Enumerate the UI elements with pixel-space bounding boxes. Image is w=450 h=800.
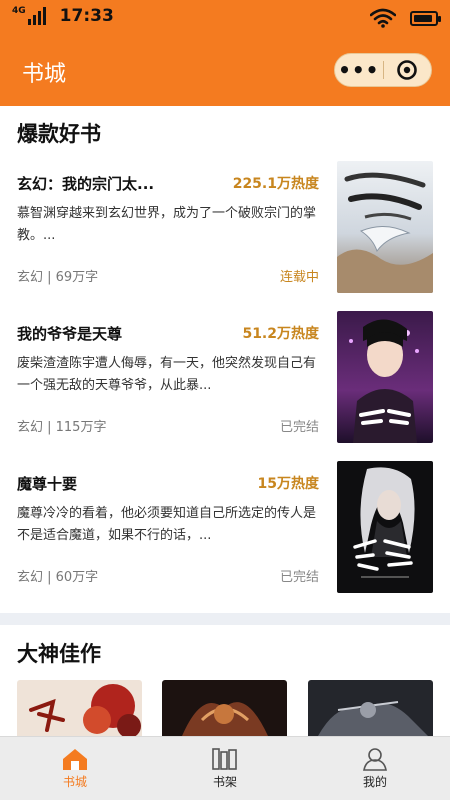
book-item[interactable]: 我的爷爷是天尊 51.2万热度 废柴渣渣陈宇遭人侮辱，有一天，他突然发现自己有一… bbox=[17, 311, 433, 443]
status-bar: 4G 17:33 bbox=[0, 0, 450, 36]
user-icon bbox=[363, 748, 387, 771]
wifi-icon bbox=[370, 8, 396, 28]
book-cover[interactable] bbox=[337, 461, 433, 593]
book-item[interactable]: 玄幻：我的宗门太... 225.1万热度 慕智渊穿越来到玄幻世界，成为了一个破败… bbox=[17, 161, 433, 293]
book-heat: 225.1万热度 bbox=[232, 176, 319, 192]
tab-bookshelf[interactable]: 书架 bbox=[150, 737, 300, 800]
status-time: 17:33 bbox=[59, 6, 114, 26]
book-title: 我的爷爷是天尊 bbox=[17, 325, 123, 343]
book-meta: 玄幻 | 69万字 bbox=[17, 270, 99, 285]
tab-label: 书城 bbox=[62, 775, 87, 789]
tab-label: 我的 bbox=[362, 775, 387, 789]
book-status: 已完结 bbox=[279, 420, 319, 435]
tab-bar: 书城 书架 我的 bbox=[0, 736, 450, 800]
book-title: 魔尊十要 bbox=[17, 475, 78, 493]
book-cover-thumb[interactable] bbox=[162, 680, 287, 736]
book-heat: 51.2万热度 bbox=[242, 326, 319, 342]
book-meta: 玄幻 | 60万字 bbox=[17, 570, 99, 585]
book-status: 连载中 bbox=[279, 270, 319, 285]
signal-icon bbox=[27, 7, 46, 25]
page-title: 书城 bbox=[22, 62, 67, 87]
tab-label: 书架 bbox=[212, 775, 237, 789]
bookshelf-icon bbox=[212, 748, 237, 770]
book-cover-thumb[interactable] bbox=[17, 680, 142, 736]
section-title-master: 大神佳作 bbox=[17, 642, 101, 666]
book-cover-thumb[interactable] bbox=[308, 680, 433, 736]
book-item[interactable]: 魔尊十要 15万热度 魔尊冷冷的看着，他必须要知道自己所选定的传人是不是适合魔道… bbox=[17, 461, 433, 593]
battery-icon bbox=[410, 10, 441, 26]
book-description: 魔尊冷冷的看着，他必须要知道自己所选定的传人是不是适合魔道，如果不行的话，... bbox=[17, 506, 317, 543]
book-cover[interactable] bbox=[337, 161, 433, 293]
close-icon bbox=[397, 60, 418, 80]
book-description: 慕智渊穿越来到玄幻世界，成为了一个破败宗门的掌教。... bbox=[17, 206, 317, 243]
book-heat: 15万热度 bbox=[257, 476, 319, 492]
mini-program-capsule: ••• bbox=[334, 53, 432, 87]
book-cover[interactable] bbox=[337, 311, 433, 443]
nav-bar: 书城 ••• bbox=[0, 36, 450, 106]
tab-bookstore[interactable]: 书城 bbox=[0, 737, 150, 800]
tab-profile[interactable]: 我的 bbox=[300, 737, 450, 800]
book-description: 废柴渣渣陈宇遭人侮辱，有一天，他突然发现自己有一个强无敌的天尊爷爷，从此暴... bbox=[17, 356, 317, 393]
network-type: 4G bbox=[12, 6, 26, 16]
home-icon bbox=[63, 749, 87, 770]
more-button[interactable]: ••• bbox=[335, 60, 383, 80]
close-button[interactable] bbox=[384, 59, 432, 81]
book-meta: 玄幻 | 115万字 bbox=[17, 420, 107, 435]
section-title-hot: 爆款好书 bbox=[17, 122, 101, 146]
section-divider bbox=[0, 613, 450, 625]
book-title: 玄幻：我的宗门太... bbox=[17, 175, 155, 193]
book-status: 已完结 bbox=[279, 570, 319, 585]
